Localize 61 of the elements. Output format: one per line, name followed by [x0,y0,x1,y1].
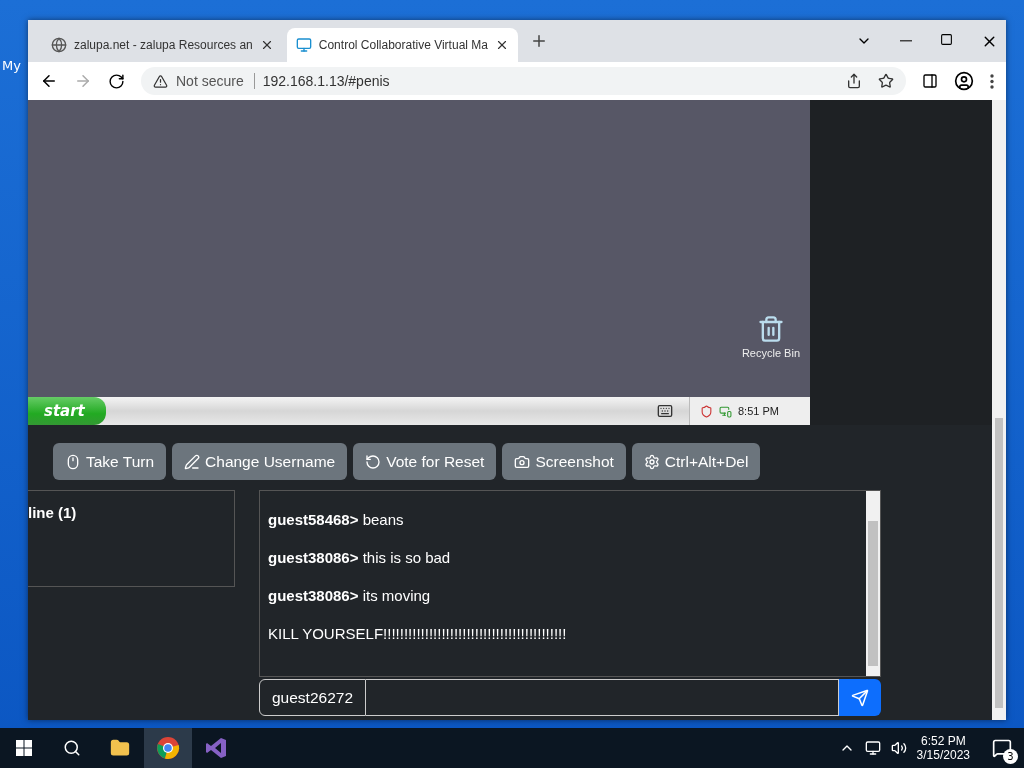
star-icon [878,73,894,89]
control-button[interactable]: Screenshot [502,443,626,480]
pen-icon [184,453,201,470]
desktop-icon-label[interactable]: My [2,58,21,73]
send-button[interactable] [839,679,881,716]
control-button[interactable]: Vote for Reset [353,443,497,480]
scrollbar[interactable] [992,100,1006,720]
users-title: line (1) [28,504,77,521]
start-button[interactable]: start [28,397,106,425]
profile-icon [954,71,974,91]
undo-icon [365,453,382,470]
username-label: guest26272 [259,679,367,716]
send-icon [851,688,869,707]
clock-time: 6:52 PM [920,734,966,748]
menu-icon[interactable] [990,73,994,89]
chat-message: guest58468> beans [268,511,405,528]
browser-tab[interactable]: zalupa.net - zalupa Resources an [42,28,283,62]
tab-title: Control Collaborative Virtual Ma [318,38,488,52]
vm-screen[interactable]: Recycle Bin start 8:51 PM [28,100,810,425]
notification-count: 3 [1003,749,1018,764]
vm-clock: 8:51 PM [738,405,779,417]
minimize-icon[interactable] [900,40,912,42]
side-panel-icon [922,73,938,89]
chat-message: guest38086> this is so bad [268,549,452,566]
mouse-icon [65,453,81,470]
security-label: Not secure [176,73,255,89]
url-text: 192.168.1.13/#penis [262,73,390,89]
maximize-icon [940,32,953,46]
camera-icon [514,453,531,470]
new-tab-icon [530,32,548,50]
back-icon [40,72,58,90]
clock[interactable]: 6:52 PM 3/15/2023 [906,734,980,762]
shield-icon [700,404,713,418]
monitor-icon [295,37,312,53]
search-icon [63,739,81,757]
keyboard-icon [657,403,673,419]
ide-icon[interactable] [205,737,227,759]
address-bar[interactable]: Not secure 192.168.1.13/#penis [141,67,906,95]
control-button[interactable]: Ctrl+Alt+Del [631,443,761,480]
chat-input[interactable] [366,679,839,716]
warning-icon [153,73,168,89]
close-icon [495,38,509,52]
control-button[interactable]: Change Username [172,443,348,480]
chat-message: KILL YOURSELF!!!!!!!!!!!!!!!!!!!!!!!!!!!!!!!!!!!!!!!!!!!! [268,625,568,642]
reload-icon [108,72,125,90]
chat-message: guest38086> its moving [268,587,432,604]
globe-icon [51,37,67,53]
control-button[interactable]: Take Turn [53,443,167,480]
forward-icon [74,72,92,90]
clock-date: 3/15/2023 [916,748,970,762]
settings-icon [643,453,660,470]
share-icon [846,73,862,89]
tab-title: zalupa.net - zalupa Resources an [74,38,253,52]
start-icon[interactable] [16,740,32,756]
volume-icon [890,740,907,756]
browser-tab[interactable]: Control Collaborative Virtual Ma [286,28,518,62]
desktop-icon-label[interactable]: Recycle Bin [741,347,800,359]
recycle-bin-icon [756,315,785,343]
browser-icon[interactable] [156,736,180,760]
folder-icon [110,738,130,758]
scrollbar[interactable] [866,491,880,676]
